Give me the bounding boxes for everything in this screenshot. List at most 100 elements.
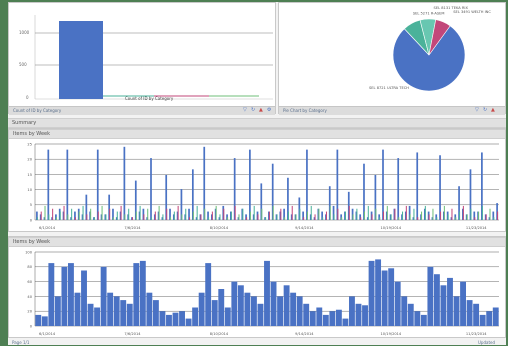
bar[interactable] — [146, 292, 153, 326]
bar[interactable] — [257, 303, 264, 326]
bar-secondary[interactable] — [306, 211, 308, 220]
bar-secondary[interactable] — [234, 205, 236, 220]
bar[interactable] — [309, 311, 316, 326]
bar-secondary[interactable] — [59, 211, 61, 220]
bar-secondary[interactable] — [405, 205, 407, 220]
bar[interactable] — [349, 296, 355, 326]
bar-secondary[interactable] — [151, 217, 153, 220]
bar[interactable] — [492, 307, 499, 327]
bar-secondary[interactable] — [181, 214, 183, 220]
bar[interactable] — [107, 292, 114, 326]
bar[interactable] — [172, 312, 179, 326]
bar[interactable] — [249, 149, 251, 220]
bar-secondary[interactable] — [276, 214, 278, 220]
bar[interactable] — [74, 292, 81, 326]
bar-secondary[interactable] — [257, 214, 259, 220]
bar-secondary[interactable] — [497, 211, 499, 220]
bar-secondary[interactable] — [192, 211, 194, 220]
bar[interactable] — [296, 296, 303, 326]
bar-secondary[interactable] — [109, 208, 111, 220]
bar-secondary[interactable] — [204, 208, 206, 220]
bar-secondary[interactable] — [90, 208, 92, 220]
bar[interactable] — [322, 314, 329, 326]
bar-secondary[interactable] — [238, 214, 240, 220]
bar-secondary[interactable] — [451, 208, 453, 220]
bar-secondary[interactable] — [261, 208, 263, 220]
bar-secondary[interactable] — [318, 208, 320, 220]
bar-secondary[interactable] — [481, 205, 483, 220]
bar-secondary[interactable] — [280, 208, 282, 220]
bar-secondary[interactable] — [375, 208, 377, 220]
bar-secondary[interactable] — [356, 208, 358, 220]
bar-secondary[interactable] — [36, 217, 38, 220]
bar[interactable] — [61, 266, 68, 326]
bar-secondary[interactable] — [93, 217, 95, 220]
bar-secondary[interactable] — [489, 208, 491, 220]
bar[interactable] — [290, 292, 297, 326]
bar[interactable] — [362, 305, 368, 326]
bar-secondary[interactable] — [398, 217, 400, 220]
bar-secondary[interactable] — [131, 217, 134, 220]
bar-secondary[interactable] — [173, 211, 175, 220]
bar-secondary[interactable] — [227, 217, 229, 220]
bar[interactable] — [113, 296, 120, 326]
bar-secondary[interactable] — [367, 205, 369, 220]
bar[interactable] — [35, 314, 42, 326]
bar-secondary[interactable] — [246, 217, 248, 220]
bar-secondary[interactable] — [383, 211, 385, 220]
filter-icon[interactable]: ▽ — [243, 108, 247, 113]
bar-secondary[interactable] — [322, 217, 324, 220]
bar-secondary[interactable] — [310, 205, 312, 220]
bar[interactable] — [433, 274, 440, 326]
bar[interactable] — [237, 285, 244, 326]
bar-secondary[interactable] — [124, 214, 126, 220]
bar-secondary[interactable] — [86, 214, 88, 220]
bar-secondary[interactable] — [101, 205, 103, 220]
bar-secondary[interactable] — [462, 205, 464, 220]
bar-secondary[interactable] — [135, 211, 137, 220]
bar-secondary[interactable] — [230, 211, 232, 220]
bar-secondary[interactable] — [48, 214, 50, 220]
bar-secondary[interactable] — [215, 205, 217, 220]
bar[interactable] — [388, 268, 395, 326]
bar[interactable] — [123, 146, 126, 220]
bar-secondary[interactable] — [417, 217, 419, 220]
bar-secondary[interactable] — [223, 208, 225, 220]
bar[interactable] — [120, 300, 127, 326]
bar-secondary[interactable] — [219, 214, 221, 220]
bar[interactable] — [453, 296, 460, 326]
bar[interactable] — [335, 309, 342, 326]
bar[interactable] — [48, 263, 55, 326]
bar-secondary[interactable] — [162, 214, 164, 220]
bar-secondary[interactable] — [314, 214, 316, 220]
bar[interactable] — [152, 300, 159, 326]
bar[interactable] — [66, 149, 69, 220]
bar-secondary[interactable] — [71, 208, 73, 220]
bar-secondary[interactable] — [154, 211, 156, 220]
bar-secondary[interactable] — [428, 214, 430, 220]
bar[interactable] — [179, 311, 185, 326]
bar-secondary[interactable] — [478, 211, 480, 220]
bar-secondary[interactable] — [455, 217, 457, 220]
bar-secondary[interactable] — [299, 208, 301, 220]
bar-secondary[interactable] — [170, 217, 172, 220]
bar-secondary[interactable] — [443, 205, 445, 220]
bar-secondary[interactable] — [287, 211, 289, 220]
bar[interactable] — [126, 303, 133, 326]
bar-secondary[interactable] — [333, 214, 335, 220]
bar-secondary[interactable] — [52, 208, 54, 220]
bar[interactable] — [329, 311, 336, 326]
bar[interactable] — [87, 303, 94, 326]
bar-secondary[interactable] — [44, 205, 46, 220]
bar[interactable] — [224, 307, 231, 327]
bar-secondary[interactable] — [242, 208, 244, 220]
bar[interactable] — [303, 303, 310, 326]
bar[interactable] — [375, 259, 382, 326]
more-icon[interactable]: ⚙ — [267, 108, 271, 113]
bar-secondary[interactable] — [371, 214, 373, 220]
bar-secondary[interactable] — [379, 217, 381, 220]
bar-secondary[interactable] — [211, 211, 213, 220]
bar-secondary[interactable] — [105, 214, 107, 220]
bar-secondary[interactable] — [67, 214, 69, 220]
bar[interactable] — [382, 149, 384, 220]
